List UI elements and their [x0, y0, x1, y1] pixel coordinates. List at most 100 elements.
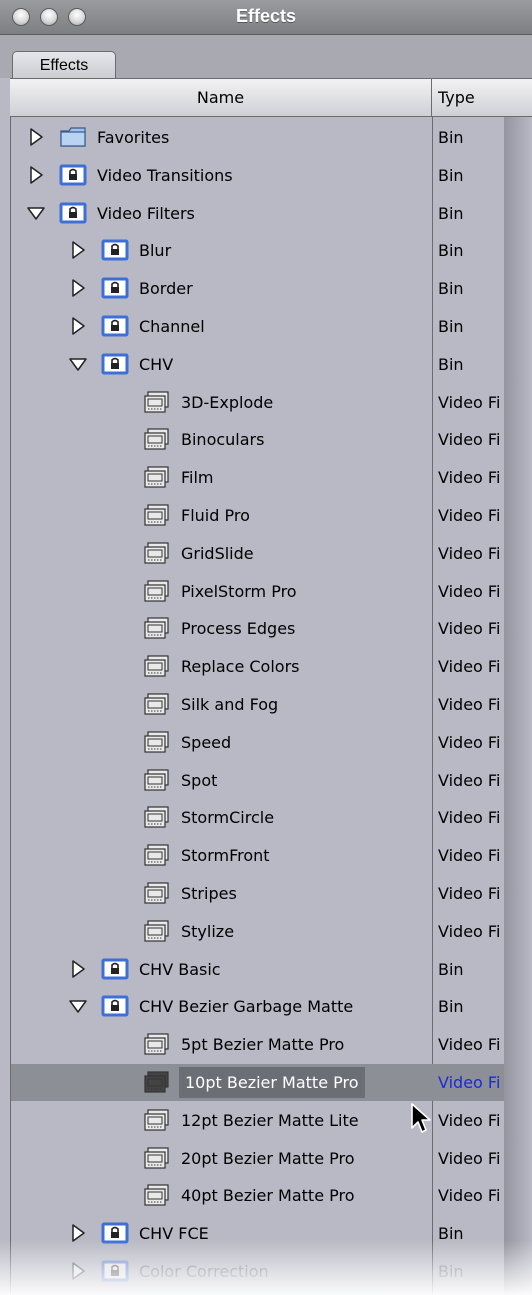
- column-header-name[interactable]: Name: [10, 79, 432, 116]
- locked-bin-icon: [101, 958, 129, 980]
- row-type: Video Fi: [438, 1186, 501, 1206]
- row-name: Video Transitions: [97, 165, 233, 185]
- list-row[interactable]: CHV Bezier Garbage Matte Bin: [11, 988, 504, 1025]
- video-filter-icon: [144, 844, 169, 866]
- row-type: Bin: [438, 997, 464, 1017]
- list-row[interactable]: 40pt Bezier Matte Pro Video Fi: [11, 1177, 504, 1214]
- list-row[interactable]: Favorites Bin: [11, 119, 504, 156]
- list-row[interactable]: Spot Video Fi: [11, 762, 504, 799]
- list-row[interactable]: GridSlide Video Fi: [11, 535, 504, 572]
- row-type: Video Fi: [438, 1035, 501, 1055]
- video-filter-icon: [144, 542, 169, 564]
- list-row[interactable]: Binoculars Video Fi: [11, 421, 504, 458]
- disclosure-triangle-collapsed-icon[interactable]: [25, 126, 47, 148]
- disclosure-triangle-collapsed-icon[interactable]: [67, 1260, 89, 1282]
- row-name: Border: [139, 279, 193, 299]
- list-row[interactable]: CHV Basic Bin: [11, 951, 504, 988]
- video-filter-icon: [144, 428, 169, 450]
- disclosure-triangle-collapsed-icon[interactable]: [67, 958, 89, 980]
- row-name: Binoculars: [181, 430, 265, 450]
- row-name: CHV FCE: [139, 1224, 209, 1244]
- row-name: Film: [181, 468, 214, 488]
- row-type: Bin: [438, 241, 464, 261]
- video-filter-icon: [144, 579, 169, 602]
- list-row[interactable]: 20pt Bezier Matte Pro Video Fi: [11, 1140, 504, 1177]
- list-row[interactable]: Video Filters Bin: [11, 195, 504, 232]
- row-name: Favorites: [97, 128, 170, 147]
- list-row[interactable]: CHV FCE Bin: [11, 1215, 504, 1252]
- row-type: Video Fi: [438, 430, 501, 450]
- list-row[interactable]: Border Bin: [11, 270, 504, 307]
- row-name: GridSlide: [181, 543, 254, 563]
- video-filter-icon: [144, 504, 169, 526]
- row-type: Video Fi: [438, 506, 501, 525]
- window-shadow: [504, 117, 532, 1295]
- locked-bin-icon: [59, 202, 87, 224]
- tab-strip: Effects: [0, 35, 532, 81]
- row-type: Video Fi: [438, 732, 501, 752]
- row-type: Video Fi: [438, 581, 501, 601]
- locked-bin-icon: [101, 995, 129, 1017]
- list-row[interactable]: PixelStorm Pro Video Fi: [11, 573, 504, 610]
- row-type: Video Fi: [438, 921, 501, 941]
- row-type: Video Fi: [438, 770, 501, 790]
- row-name: 10pt Bezier Matte Pro: [179, 1067, 365, 1098]
- title-bar[interactable]: Effects: [0, 0, 532, 35]
- disclosure-triangle-collapsed-icon[interactable]: [67, 1222, 89, 1244]
- row-name: Process Edges: [181, 619, 296, 639]
- locked-bin-icon: [101, 1222, 129, 1244]
- video-filter-icon: [144, 693, 169, 715]
- list-row[interactable]: Film Video Fi: [11, 459, 504, 496]
- disclosure-triangle-expanded-icon[interactable]: [67, 353, 89, 375]
- row-type: Bin: [438, 165, 464, 185]
- tab-effects[interactable]: Effects: [12, 51, 116, 81]
- window-title: Effects: [235, 6, 297, 26]
- list-row[interactable]: 5pt Bezier Matte Pro Video Fi: [11, 1026, 504, 1063]
- list-row[interactable]: StormFront Video Fi: [11, 837, 504, 874]
- list-row[interactable]: Color Correction Bin: [11, 1253, 504, 1290]
- disclosure-triangle-expanded-icon[interactable]: [67, 995, 89, 1017]
- row-name: Stripes: [181, 884, 237, 903]
- list-row[interactable]: Stylize Video Fi: [11, 913, 504, 950]
- video-filter-icon: [144, 1146, 169, 1169]
- disclosure-triangle-collapsed-icon[interactable]: [25, 164, 47, 186]
- row-type: Video Fi: [438, 543, 501, 563]
- video-filter-icon: [144, 920, 169, 942]
- row-name: Spot: [181, 770, 218, 790]
- row-name: Fluid Pro: [181, 506, 250, 525]
- video-filter-icon: [144, 731, 169, 753]
- row-type: Bin: [438, 317, 464, 336]
- list-row[interactable]: Stripes Video Fi: [11, 875, 504, 912]
- row-type: Bin: [438, 1224, 464, 1244]
- list-row[interactable]: 10pt Bezier Matte Pro Video Fi: [11, 1064, 504, 1101]
- row-name: CHV Bezier Garbage Matte: [139, 997, 354, 1017]
- list-row[interactable]: Video Transitions Bin: [11, 157, 504, 194]
- row-name: Speed: [181, 732, 232, 752]
- locked-bin-icon: [59, 164, 87, 186]
- list-row[interactable]: StormCircle Video Fi: [11, 799, 504, 836]
- row-name: Video Filters: [97, 203, 195, 223]
- disclosure-triangle-collapsed-icon[interactable]: [67, 239, 89, 261]
- folder-icon: [60, 127, 86, 147]
- list-row[interactable]: Fluid Pro Video Fi: [11, 497, 504, 534]
- list-row[interactable]: Blur Bin: [11, 232, 504, 269]
- disclosure-triangle-collapsed-icon[interactable]: [67, 277, 89, 299]
- row-name: 20pt Bezier Matte Pro: [181, 1148, 355, 1168]
- row-type: Video Fi: [438, 884, 501, 903]
- list-row[interactable]: Replace Colors Video Fi: [11, 648, 504, 685]
- column-header-type[interactable]: Type: [438, 79, 475, 116]
- list-row[interactable]: Silk and Fog Video Fi: [11, 686, 504, 723]
- list-row[interactable]: Process Edges Video Fi: [11, 610, 504, 647]
- row-type: Video Fi: [438, 657, 501, 677]
- list-row[interactable]: CHV Bin: [11, 346, 504, 383]
- list-row[interactable]: 3D-Explode Video Fi: [11, 384, 504, 421]
- list-row[interactable]: Speed Video Fi: [11, 724, 504, 761]
- list-row[interactable]: Channel Bin: [11, 308, 504, 345]
- row-type: Video Fi: [438, 808, 501, 828]
- effects-window: Effects Effects Name Type Favorites Bin Vi…: [0, 0, 532, 1295]
- row-type: Video Fi: [438, 619, 501, 639]
- disclosure-triangle-expanded-icon[interactable]: [25, 202, 47, 224]
- column-header: Name Type: [10, 78, 532, 117]
- row-name: 3D-Explode: [181, 392, 274, 412]
- disclosure-triangle-collapsed-icon[interactable]: [67, 315, 89, 337]
